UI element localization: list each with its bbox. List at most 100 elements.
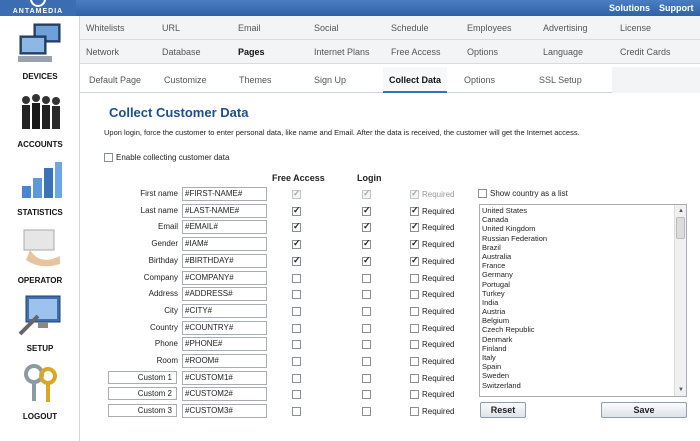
- field-input-last-name[interactable]: #LAST-NAME#: [182, 204, 267, 218]
- country-option[interactable]: Turkey: [482, 289, 547, 298]
- required-checkbox-city[interactable]: [410, 307, 419, 316]
- subtab-sign-up[interactable]: Sign Up: [308, 67, 352, 93]
- subtab-themes[interactable]: Themes: [233, 67, 278, 93]
- required-checkbox-custom-1[interactable]: [410, 374, 419, 383]
- tab-url[interactable]: URL: [162, 16, 180, 40]
- country-option[interactable]: India: [482, 298, 547, 307]
- required-checkbox-birthday[interactable]: [410, 255, 419, 266]
- free-access-checkbox-phone[interactable]: [292, 340, 301, 349]
- country-option[interactable]: Czech Republic: [482, 325, 547, 334]
- free-access-checkbox-country[interactable]: [292, 324, 301, 333]
- free-access-checkbox-custom-3[interactable]: [292, 407, 301, 416]
- field-input-email[interactable]: #EMAIL#: [182, 220, 267, 234]
- login-checkbox-custom-3[interactable]: [362, 407, 371, 416]
- required-checkbox-gender[interactable]: [410, 238, 419, 249]
- reset-button[interactable]: Reset: [480, 402, 526, 418]
- free-access-checkbox-last-name[interactable]: [292, 205, 301, 216]
- country-option[interactable]: Sweden: [482, 371, 547, 380]
- sidebar-item-devices[interactable]: DEVICES: [0, 18, 80, 86]
- free-access-checkbox-room[interactable]: [292, 357, 301, 366]
- field-label-custom-1[interactable]: Custom 1: [108, 371, 177, 384]
- field-input-gender[interactable]: #IAM#: [182, 237, 267, 251]
- show-country-list-checkbox[interactable]: [478, 189, 487, 198]
- login-checkbox-custom-2[interactable]: [362, 390, 371, 399]
- field-input-company[interactable]: #COMPANY#: [182, 271, 267, 285]
- country-option[interactable]: Italy: [482, 353, 547, 362]
- solutions-link[interactable]: Solutions: [609, 3, 650, 13]
- country-option[interactable]: Denmark: [482, 335, 547, 344]
- tab-internet-plans[interactable]: Internet Plans: [314, 40, 370, 64]
- country-listbox[interactable]: United States Canada United Kingdom Russian…: [479, 204, 687, 397]
- tab-language[interactable]: Language: [543, 40, 583, 64]
- subtab-customize[interactable]: Customize: [158, 67, 213, 93]
- field-label-custom-3[interactable]: Custom 3: [108, 404, 177, 417]
- login-checkbox-birthday[interactable]: [362, 255, 371, 266]
- tab-social[interactable]: Social: [314, 16, 339, 40]
- field-input-first-name[interactable]: #FIRST-NAME#: [182, 187, 267, 201]
- tab-schedule[interactable]: Schedule: [391, 16, 429, 40]
- sidebar-item-accounts[interactable]: ACCOUNTS: [0, 86, 80, 154]
- login-checkbox-email[interactable]: [362, 221, 371, 232]
- country-option[interactable]: United Kingdom: [482, 224, 547, 233]
- tab-email[interactable]: Email: [238, 16, 261, 40]
- scroll-up-arrow-icon[interactable]: ▲: [676, 206, 686, 216]
- scroll-down-arrow-icon[interactable]: ▼: [676, 385, 686, 395]
- field-input-city[interactable]: #CITY#: [182, 304, 267, 318]
- free-access-checkbox-birthday[interactable]: [292, 255, 301, 266]
- country-option[interactable]: Portugal: [482, 280, 547, 289]
- required-checkbox-room[interactable]: [410, 357, 419, 366]
- country-option[interactable]: Canada: [482, 215, 547, 224]
- free-access-checkbox-gender[interactable]: [292, 238, 301, 249]
- tab-credit-cards[interactable]: Credit Cards: [620, 40, 671, 64]
- field-label-custom-2[interactable]: Custom 2: [108, 387, 177, 400]
- scroll-thumb[interactable]: [676, 217, 685, 239]
- tab-advertising[interactable]: Advertising: [543, 16, 588, 40]
- required-checkbox-last-name[interactable]: [410, 205, 419, 216]
- field-input-custom-2[interactable]: #CUSTOM2#: [182, 387, 267, 401]
- sidebar-item-statistics[interactable]: STATISTICS: [0, 154, 80, 222]
- field-input-room[interactable]: #ROOM#: [182, 354, 267, 368]
- login-checkbox-room[interactable]: [362, 357, 371, 366]
- subtab-collect-data[interactable]: Collect Data: [383, 67, 448, 93]
- save-button[interactable]: Save: [601, 402, 687, 418]
- login-checkbox-gender[interactable]: [362, 238, 371, 249]
- free-access-checkbox-custom-2[interactable]: [292, 390, 301, 399]
- free-access-checkbox-address[interactable]: [292, 290, 301, 299]
- country-option[interactable]: Brazil: [482, 243, 547, 252]
- country-option[interactable]: Russian Federation: [482, 234, 547, 243]
- country-option[interactable]: Belgium: [482, 316, 547, 325]
- login-checkbox-city[interactable]: [362, 307, 371, 316]
- required-checkbox-custom-2[interactable]: [410, 390, 419, 399]
- country-option[interactable]: Germany: [482, 270, 547, 279]
- country-option[interactable]: Finland: [482, 344, 547, 353]
- login-checkbox-last-name[interactable]: [362, 205, 371, 216]
- tab-options[interactable]: Options: [467, 40, 498, 64]
- required-checkbox-address[interactable]: [410, 290, 419, 299]
- required-checkbox-phone[interactable]: [410, 340, 419, 349]
- free-access-checkbox-company[interactable]: [292, 274, 301, 283]
- subtab-options[interactable]: Options: [458, 67, 501, 93]
- login-checkbox-company[interactable]: [362, 274, 371, 283]
- field-input-country[interactable]: #COUNTRY#: [182, 321, 267, 335]
- required-checkbox-custom-3[interactable]: [410, 407, 419, 416]
- login-checkbox-phone[interactable]: [362, 340, 371, 349]
- tab-pages[interactable]: Pages: [238, 40, 265, 64]
- field-input-custom-3[interactable]: #CUSTOM3#: [182, 404, 267, 418]
- sidebar-item-logout[interactable]: LOGOUT: [0, 358, 80, 426]
- support-link[interactable]: Support: [659, 3, 694, 13]
- tab-free-access[interactable]: Free Access: [391, 40, 441, 64]
- country-option[interactable]: Switzerland: [482, 381, 547, 390]
- login-checkbox-first-name[interactable]: [362, 188, 371, 199]
- free-access-checkbox-first-name[interactable]: [292, 188, 301, 199]
- subtab-ssl-setup[interactable]: SSL Setup: [533, 67, 588, 93]
- tab-license[interactable]: License: [620, 16, 651, 40]
- tab-network[interactable]: Network: [86, 40, 119, 64]
- tab-employees[interactable]: Employees: [467, 16, 512, 40]
- country-option[interactable]: France: [482, 261, 547, 270]
- enable-collecting-checkbox[interactable]: [104, 153, 113, 162]
- login-checkbox-country[interactable]: [362, 324, 371, 333]
- login-checkbox-custom-1[interactable]: [362, 374, 371, 383]
- free-access-checkbox-email[interactable]: [292, 221, 301, 232]
- subtab-default-page[interactable]: Default Page: [83, 67, 147, 93]
- country-option[interactable]: United States: [482, 206, 547, 215]
